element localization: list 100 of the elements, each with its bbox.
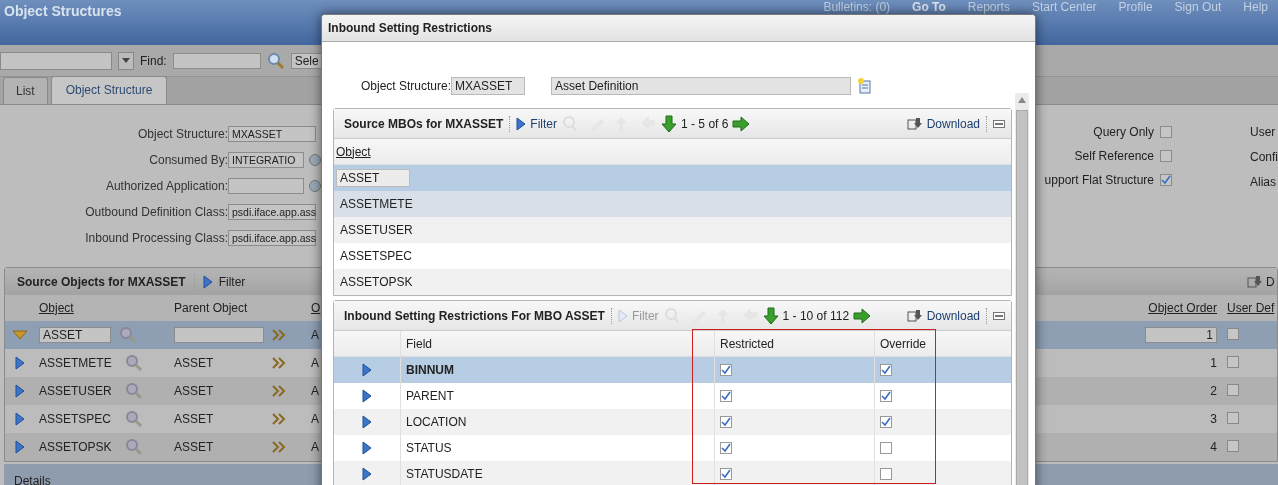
next-arrow-icon[interactable] [732, 115, 751, 132]
checkbox[interactable] [720, 364, 732, 376]
filter-link[interactable]: Filter [530, 116, 558, 131]
table-cell: A [311, 356, 319, 370]
expand-arrow-icon[interactable] [362, 389, 372, 403]
new-row-icon[interactable] [857, 78, 874, 94]
table-row[interactable]: ASSETUSER [334, 217, 1011, 243]
checkbox[interactable] [880, 364, 892, 376]
down-arrow-icon[interactable] [661, 114, 678, 133]
expand-arrow-icon[interactable] [362, 441, 372, 455]
object-field[interactable]: ASSET [39, 327, 111, 343]
double-chevron-icon[interactable] [272, 385, 286, 397]
search-icon[interactable] [266, 51, 285, 70]
expand-arrow-icon[interactable] [15, 356, 25, 370]
column-header[interactable]: User Def [1227, 301, 1275, 315]
search-icon[interactable] [125, 354, 143, 372]
checkbox[interactable] [720, 442, 732, 454]
query-select[interactable] [0, 51, 112, 70]
column-header[interactable]: Object Order [1148, 301, 1217, 315]
checkbox[interactable] [1227, 439, 1239, 452]
download-link[interactable]: Download [926, 308, 980, 323]
table-row[interactable]: ASSETMETE [334, 191, 1011, 217]
search-icon[interactable] [119, 326, 137, 344]
column-header: Field [406, 336, 432, 351]
minimize-icon[interactable] [993, 311, 1005, 320]
checkbox[interactable] [720, 416, 732, 428]
checkbox[interactable] [1160, 126, 1172, 138]
filter-link[interactable]: Filter [218, 274, 246, 289]
field-label: Alias [1250, 175, 1277, 190]
column-header[interactable]: Object [39, 301, 74, 315]
table-cell-text: ASSET [174, 440, 215, 454]
input-field[interactable]: psdi.iface.app.ass [228, 229, 316, 246]
expand-arrow-icon[interactable] [362, 467, 372, 481]
lookup-icon[interactable] [309, 153, 321, 166]
download-link[interactable]: D [1266, 274, 1275, 289]
double-chevron-icon[interactable] [272, 357, 286, 369]
checkbox[interactable] [1227, 411, 1239, 424]
collapse-arrow-icon[interactable] [12, 330, 28, 340]
expand-arrow-icon[interactable] [362, 363, 372, 377]
expand-arrow-icon[interactable] [15, 412, 25, 426]
input-field[interactable] [228, 177, 304, 194]
dropdown-button[interactable] [118, 51, 134, 70]
input-field[interactable]: MXASSET [228, 125, 316, 142]
checkbox[interactable] [880, 468, 892, 480]
table-row[interactable]: STATUSDATE [334, 461, 1011, 485]
checkbox[interactable] [880, 442, 892, 454]
field-label: Consumed By: [148, 152, 228, 167]
find-field[interactable] [172, 52, 261, 69]
table-row[interactable]: BINNUM [334, 357, 1011, 383]
checkbox[interactable] [1227, 383, 1239, 396]
column-header[interactable]: O [311, 301, 321, 315]
table-cell: STATUSDATE [406, 467, 483, 481]
scroll-up-icon[interactable] [1018, 97, 1026, 103]
search-icon[interactable] [125, 382, 143, 400]
expand-arrow-icon[interactable] [15, 384, 25, 398]
expand-arrow-icon[interactable] [15, 440, 25, 454]
table-cell: A [311, 440, 319, 454]
double-chevron-icon[interactable] [272, 413, 286, 425]
double-chevron-icon[interactable] [272, 329, 286, 341]
input-field[interactable]: MXASSET [451, 77, 526, 95]
down-arrow-icon[interactable] [762, 306, 779, 325]
search-icon[interactable] [125, 410, 143, 428]
checkbox[interactable] [1160, 150, 1172, 162]
download-icon[interactable] [906, 116, 923, 131]
download-link[interactable]: Download [926, 116, 980, 131]
checkbox[interactable] [1227, 355, 1239, 368]
lookup-icon[interactable] [309, 179, 321, 192]
expand-arrow-icon[interactable] [362, 415, 372, 429]
checkbox[interactable] [720, 390, 732, 402]
download-icon[interactable] [1247, 274, 1263, 289]
app-title: Object Structures [3, 2, 123, 21]
checkbox[interactable] [1160, 174, 1172, 186]
checkbox[interactable] [880, 390, 892, 402]
checkbox[interactable] [720, 468, 732, 480]
expand-arrow-icon[interactable] [202, 274, 213, 289]
input-field[interactable]: psdi.iface.app.ass [228, 203, 316, 220]
download-icon[interactable] [906, 308, 923, 323]
checkbox[interactable] [1227, 327, 1239, 340]
table-row[interactable]: LOCATION [334, 409, 1011, 435]
expand-arrow-icon[interactable] [516, 116, 527, 131]
paging-text: 1 - 5 of 6 [681, 116, 729, 131]
checkbox[interactable] [880, 416, 892, 428]
disabled-tools-icon [662, 306, 759, 325]
order-field[interactable]: 1 [1145, 327, 1217, 343]
description-field[interactable]: Asset Definition [551, 77, 852, 95]
double-chevron-icon[interactable] [272, 441, 286, 453]
input-field[interactable]: INTEGRATIO [228, 151, 304, 168]
table-row[interactable]: ASSET [334, 165, 1011, 191]
tab[interactable]: Object Structure [50, 76, 168, 104]
parent-field[interactable] [174, 327, 264, 343]
tab[interactable]: List [3, 77, 48, 104]
table-row[interactable]: ASSETOPSK [334, 269, 1011, 295]
action-select[interactable]: Sele [290, 52, 323, 69]
column-header[interactable]: Object [336, 144, 371, 159]
minimize-icon[interactable] [993, 119, 1005, 128]
next-arrow-icon[interactable] [853, 307, 872, 324]
field-label: Authorized Application: [104, 178, 228, 193]
search-icon[interactable] [125, 438, 143, 456]
table-cell-text: ASSETOPSK [39, 440, 113, 454]
scrollbar[interactable] [1015, 93, 1029, 485]
